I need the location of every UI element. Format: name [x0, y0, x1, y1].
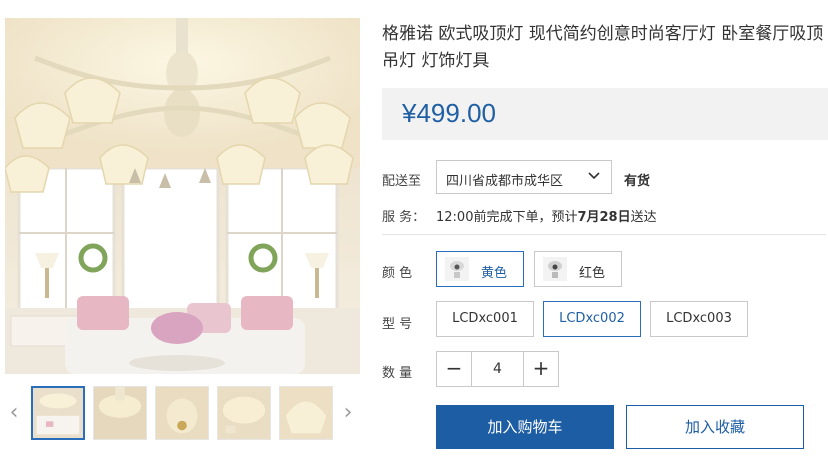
service-text-prefix: 12:00前完成下单，预计 [436, 210, 578, 225]
thumbnail-3[interactable] [155, 386, 209, 440]
price-panel: ¥499.00 [382, 88, 828, 140]
thumbnail-strip: ‹ › [0, 386, 362, 442]
quantity-stepper: − + [436, 351, 559, 387]
color-option-red[interactable]: 红色 [534, 251, 622, 287]
model-label: 型 号 [382, 317, 413, 332]
quantity-decrement-button[interactable]: − [437, 352, 472, 386]
chevron-down-icon [588, 172, 600, 180]
main-product-image [5, 18, 360, 374]
product-swatch-icon [445, 257, 469, 281]
chevron-left-icon[interactable]: ‹ [6, 400, 22, 426]
shipping-region-select[interactable]: 四川省成都市成华区 [436, 160, 612, 194]
thumbnail-2[interactable] [93, 386, 147, 440]
quantity-label: 数 量 [382, 366, 413, 381]
product-swatch-icon [543, 257, 567, 281]
product-gallery: ‹ › [0, 0, 362, 465]
thumbnail-5[interactable] [279, 386, 333, 440]
add-to-cart-button[interactable]: 加入购物车 [436, 405, 614, 449]
color-option-yellow[interactable]: 黄色 [436, 251, 524, 287]
model-option-lcdxc002[interactable]: LCDxc002 [543, 301, 641, 337]
color-option-label: 红色 [579, 266, 606, 281]
stock-status: 有货 [624, 174, 651, 189]
color-option-label: 黄色 [481, 266, 508, 281]
shipping-label: 配送至 [382, 174, 422, 189]
add-to-favorites-button[interactable]: 加入收藏 [626, 405, 804, 449]
product-title: 格雅诺 欧式吸顶灯 现代简约创意时尚客厅灯 卧室餐厅吸顶吊灯 灯饰灯具 [382, 24, 824, 71]
model-option-lcdxc003[interactable]: LCDxc003 [650, 301, 748, 337]
shipping-region-value: 四川省成都市成华区 [446, 174, 564, 189]
quantity-input[interactable] [473, 352, 522, 386]
divider [382, 234, 826, 235]
model-option-lcdxc001[interactable]: LCDxc001 [436, 301, 534, 337]
chevron-right-icon[interactable]: › [340, 400, 356, 426]
color-label: 颜 色 [382, 266, 413, 281]
thumbnail-4[interactable] [217, 386, 271, 440]
product-info: 格雅诺 欧式吸顶灯 现代简约创意时尚客厅灯 卧室餐厅吸顶吊灯 灯饰灯具 ¥499… [382, 0, 828, 465]
delivery-date: 7月28日 [577, 210, 631, 225]
service-text-suffix: 送达 [630, 210, 657, 225]
quantity-increment-button[interactable]: + [523, 352, 558, 386]
product-price: ¥499.00 [402, 98, 496, 128]
thumbnail-1[interactable] [31, 386, 85, 440]
service-label: 服 务： [382, 210, 426, 225]
service-text: 12:00前完成下单，预计7月28日送达 [436, 206, 657, 225]
